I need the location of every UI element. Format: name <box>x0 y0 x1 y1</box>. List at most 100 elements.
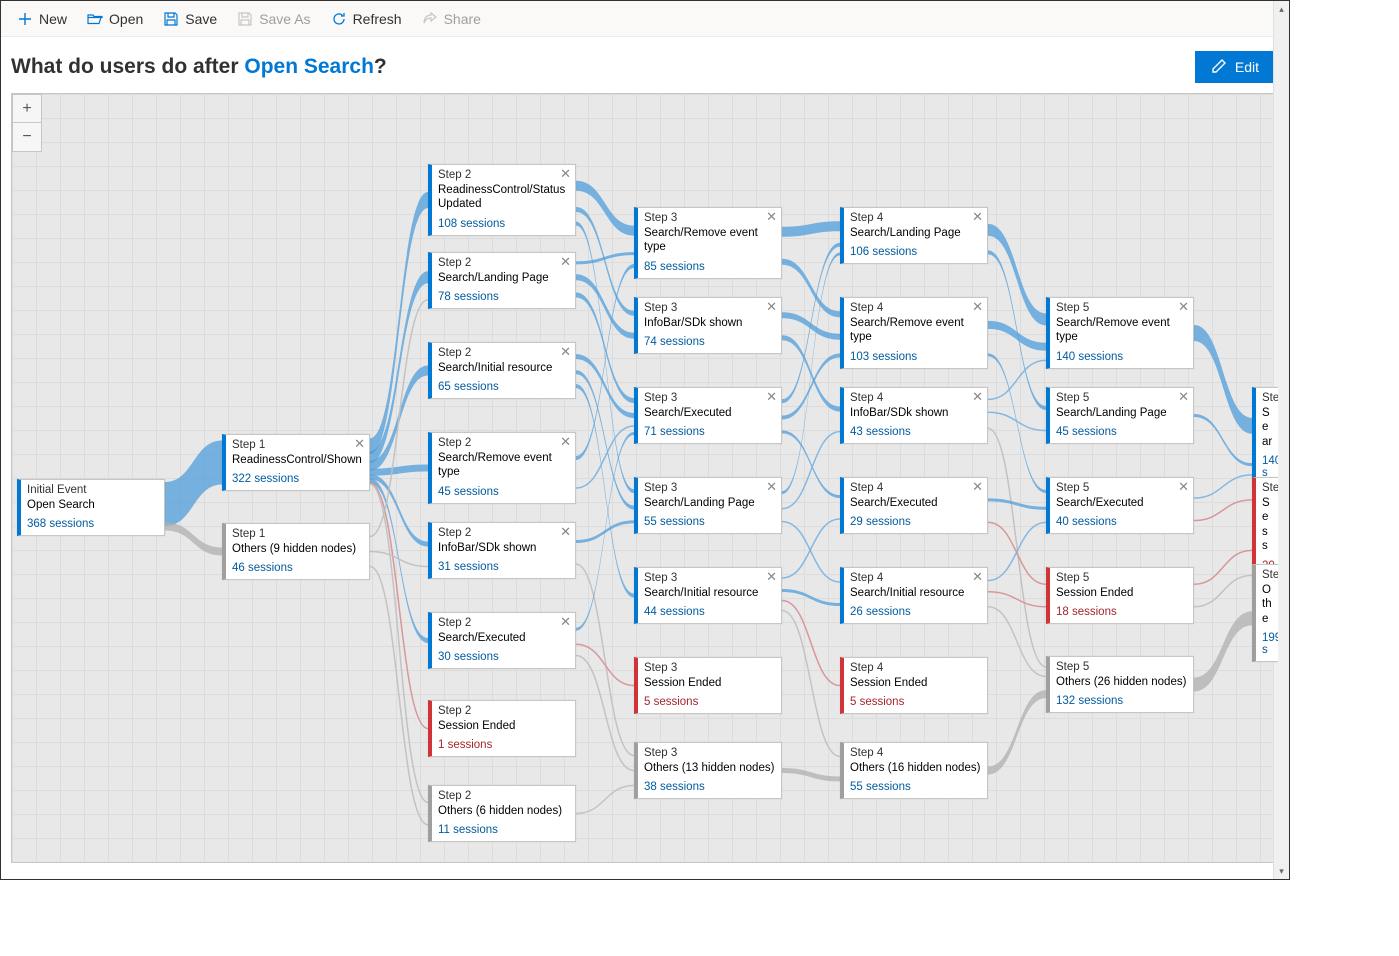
flow-node[interactable]: Step 3Search/Landing Page55 sessions✕ <box>634 477 782 534</box>
zoom-in-button[interactable]: + <box>13 95 41 123</box>
flow-node[interactable]: Step 5Search/Remove event type140 sessio… <box>1046 297 1194 369</box>
flow-node[interactable]: Step 2Search/Initial resource65 sessions… <box>428 342 576 399</box>
close-icon[interactable]: ✕ <box>560 615 571 628</box>
node-sessions: 45 sessions <box>432 484 575 503</box>
flow-node[interactable]: Step 2Search/Remove event type45 session… <box>428 432 576 504</box>
flow-node[interactable]: Initial EventOpen Search368 sessions <box>17 479 165 536</box>
close-icon[interactable]: ✕ <box>1178 480 1189 493</box>
close-icon[interactable]: ✕ <box>766 390 777 403</box>
close-icon[interactable]: ✕ <box>766 480 777 493</box>
zoom-out-button[interactable]: − <box>13 123 41 151</box>
flow-node[interactable]: Step 2ReadinessControl/Status Updated108… <box>428 164 576 236</box>
save-button[interactable]: Save <box>155 7 225 31</box>
flow-node[interactable]: Step 4Search/Landing Page106 sessions✕ <box>840 207 988 264</box>
node-sessions: 46 sessions <box>226 560 369 579</box>
node-sessions: 43 sessions <box>844 424 987 443</box>
node-step: Step 1 <box>226 435 369 451</box>
heading-highlight[interactable]: Open Search <box>244 55 374 78</box>
flow-node[interactable]: Step 5Search/Landing Page45 sessions ✕ <box>1046 387 1194 444</box>
close-icon[interactable]: ✕ <box>560 525 571 538</box>
close-icon[interactable]: ✕ <box>560 345 571 358</box>
flow-node[interactable]: Step 4Others (16 hidden nodes)55 session… <box>840 742 988 799</box>
close-icon[interactable]: ✕ <box>560 167 571 180</box>
plus-icon <box>17 11 33 27</box>
flow-node[interactable]: Step 4Search/Executed29 sessions✕ <box>840 477 988 534</box>
close-icon[interactable]: ✕ <box>766 210 777 223</box>
flow-node[interactable]: Step 4Session Ended5 sessions <box>840 657 988 714</box>
flow-node[interactable]: Step 2Search/Executed30 sessions✕ <box>428 612 576 669</box>
new-button[interactable]: New <box>9 7 75 31</box>
flow-node[interactable]: Step 2Others (6 hidden nodes)11 sessions <box>428 785 576 842</box>
flow-node[interactable]: StepSear140 s <box>1252 387 1279 485</box>
share-label: Share <box>444 11 481 27</box>
close-icon[interactable]: ✕ <box>972 300 983 313</box>
node-step: Step 3 <box>638 208 781 224</box>
flow-node[interactable]: Step 3Session Ended5 sessions <box>634 657 782 714</box>
flow-node[interactable]: Step 3Search/Initial resource44 sessions… <box>634 567 782 624</box>
flow-node[interactable]: Step 5Search/Executed40 sessions✕ <box>1046 477 1194 534</box>
node-name: Search/Executed <box>1050 494 1193 514</box>
close-icon[interactable]: ✕ <box>1178 390 1189 403</box>
node-name: InfoBar/SDk shown <box>844 404 987 424</box>
close-icon[interactable]: ✕ <box>560 435 571 448</box>
node-name: Search/Remove event type <box>432 449 575 484</box>
flow-node[interactable]: Step 3Search/Remove event type85 session… <box>634 207 782 279</box>
flow-node[interactable]: Step 5Session Ended18 sessions <box>1046 567 1194 624</box>
node-name: Search/Executed <box>638 404 781 424</box>
node-step: Step 3 <box>638 568 781 584</box>
close-icon[interactable]: ✕ <box>560 255 571 268</box>
node-step: Step 4 <box>844 208 987 224</box>
flow-canvas[interactable]: + − Initial EventOpen Search368 sessions… <box>11 93 1279 863</box>
flow-node[interactable]: StepOthe199 s <box>1252 564 1279 662</box>
flow-node[interactable]: Step 2Session Ended1 sessions <box>428 700 576 757</box>
share-button: Share <box>414 7 489 31</box>
open-button[interactable]: Open <box>79 7 151 31</box>
close-icon[interactable]: ✕ <box>354 437 365 450</box>
close-icon[interactable]: ✕ <box>972 570 983 583</box>
node-sessions: 85 sessions <box>638 259 781 278</box>
node-sessions: 29 sessions <box>844 514 987 533</box>
edit-button[interactable]: Edit <box>1195 51 1275 83</box>
node-sessions: 44 sessions <box>638 604 781 623</box>
flow-node[interactable]: Step 3InfoBar/SDk shown74 sessions✕ <box>634 297 782 354</box>
node-name: Open Search <box>21 496 164 516</box>
node-sessions: 11 sessions <box>432 822 575 841</box>
save-icon <box>163 11 179 27</box>
flow-node[interactable]: Step 1Others (9 hidden nodes)46 sessions <box>222 523 370 580</box>
node-sessions: 55 sessions <box>638 514 781 533</box>
scroll-up-icon[interactable]: ▴ <box>1274 1 1289 17</box>
close-icon[interactable]: ✕ <box>972 210 983 223</box>
save-label: Save <box>185 11 217 27</box>
flow-node[interactable]: Step 2InfoBar/SDk shown31 sessions✕ <box>428 522 576 579</box>
close-icon[interactable]: ✕ <box>972 480 983 493</box>
node-name: Search/Landing Page <box>1050 404 1193 424</box>
flow-node[interactable]: Step 1ReadinessControl/Shown322 sessions… <box>222 434 370 491</box>
flow-node[interactable]: Step 2Search/Landing Page78 sessions✕ <box>428 252 576 309</box>
node-sessions: 322 sessions <box>226 471 369 490</box>
node-name: Search/Initial resource <box>844 584 987 604</box>
flow-node[interactable]: Step 5Others (26 hidden nodes)132 sessio… <box>1046 656 1194 713</box>
flow-node[interactable]: Step 3Others (13 hidden nodes)38 session… <box>634 742 782 799</box>
flow-node[interactable]: Step 4Search/Remove event type103 sessio… <box>840 297 988 369</box>
node-step: Step 5 <box>1050 478 1193 494</box>
node-step: Step 4 <box>844 388 987 404</box>
node-sessions: 140 sessions <box>1050 349 1193 368</box>
flow-node[interactable]: Step 4InfoBar/SDk shown43 sessions ✕ <box>840 387 988 444</box>
node-sessions: 106 sessions <box>844 244 987 263</box>
node-step: Step 5 <box>1050 388 1193 404</box>
close-icon[interactable]: ✕ <box>1178 300 1189 313</box>
flow-node[interactable]: Step 4Search/Initial resource26 sessions… <box>840 567 988 624</box>
node-name: InfoBar/SDk shown <box>638 314 781 334</box>
close-icon[interactable]: ✕ <box>766 300 777 313</box>
node-step: Step 5 <box>1050 568 1193 584</box>
node-step: Step 3 <box>638 743 781 759</box>
node-sessions: 5 sessions <box>638 694 781 713</box>
scroll-down-icon[interactable]: ▾ <box>1274 863 1289 879</box>
close-icon[interactable]: ✕ <box>766 570 777 583</box>
node-sessions: 45 sessions <box>1050 424 1193 443</box>
close-icon[interactable]: ✕ <box>972 390 983 403</box>
save-as-label: Save As <box>259 11 310 27</box>
refresh-button[interactable]: Refresh <box>323 7 410 31</box>
flow-node[interactable]: Step 3Search/Executed71 sessions✕ <box>634 387 782 444</box>
save-as-button: Save As <box>229 7 318 31</box>
